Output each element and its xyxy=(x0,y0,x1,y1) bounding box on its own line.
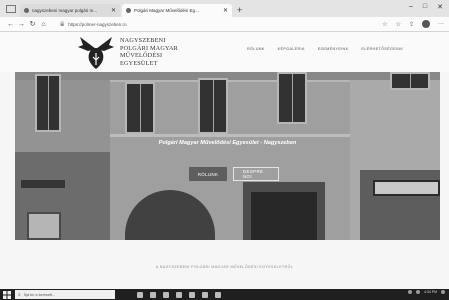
profile-avatar[interactable] xyxy=(422,20,430,28)
os-taskbar: ⌕ Írja be a keresett... 4:34 PM xyxy=(0,289,449,300)
windows-start-icon[interactable] xyxy=(3,290,11,299)
close-window-button[interactable]: ✕ xyxy=(437,3,443,11)
tab-favicon-icon xyxy=(24,8,29,13)
nav-item-elerhetosegeink[interactable]: ELÉRHETŐSÉGEINK xyxy=(361,47,403,51)
chrome-icon[interactable] xyxy=(215,291,221,298)
tab-actions-icon[interactable] xyxy=(6,5,16,13)
organization-name[interactable]: NAGYSZEBENI POLGÁRI MAGYAR MŰVELŐDÉSI EG… xyxy=(120,37,178,67)
lock-icon: 🔒 xyxy=(59,21,66,27)
hero-despre-noi-button[interactable]: DESPRE NOI xyxy=(233,167,279,181)
minimize-button[interactable]: – xyxy=(409,3,413,11)
browser-tab-bar: nagyszebeni magyar polgári m... ✕ Polgár… xyxy=(0,0,449,17)
org-name-line: POLGÁRI MAGYAR xyxy=(120,44,178,52)
maximize-button[interactable]: □ xyxy=(423,3,427,11)
address-bar-row: ← → ↻ ⌂ 🔒 https://polmer-nagyszeben.ro ☆… xyxy=(0,17,449,32)
hero-title: Polgári Magyar Művelődési Egyesület - Na… xyxy=(158,140,297,146)
taskbar-search-box[interactable]: ⌕ Írja be a keresett... xyxy=(15,290,115,299)
org-name-line: NAGYSZEBENI xyxy=(120,37,166,44)
taskbar-search-placeholder: Írja be a keresett... xyxy=(23,292,56,297)
org-name-line: EGYESÜLET xyxy=(120,59,158,67)
home-button[interactable]: ⌂ xyxy=(38,21,49,28)
notifications-icon[interactable] xyxy=(441,290,445,294)
share-icon[interactable]: ⇪ xyxy=(409,21,414,28)
hero-banner: Polgári Magyar Művelődési Egyesület - Na… xyxy=(15,72,440,240)
file-explorer-icon[interactable] xyxy=(163,291,169,298)
nav-item-kepgaleria[interactable]: KÉPGALÉRIA xyxy=(278,47,305,51)
logo-icon[interactable] xyxy=(78,35,114,69)
network-icon[interactable] xyxy=(407,290,412,294)
hero-overlay xyxy=(15,72,440,240)
close-icon[interactable]: ✕ xyxy=(111,7,116,14)
url-text: https://polmer-nagyszeben.ro xyxy=(68,21,127,27)
window-controls: – □ ✕ xyxy=(409,3,443,11)
browser-tab-1[interactable]: nagyszebeni magyar polgári m... ✕ xyxy=(20,4,120,17)
tab-title: Polgári Magyar Művelődési Eg... xyxy=(134,8,199,13)
volume-icon[interactable] xyxy=(415,290,420,294)
site-header: NAGYSZEBENI POLGÁRI MAGYAR MŰVELŐDÉSI EG… xyxy=(0,32,449,72)
mail-icon[interactable] xyxy=(202,291,208,298)
store-icon[interactable] xyxy=(189,291,195,298)
clock[interactable]: 4:34 PM xyxy=(424,290,437,294)
menu-icon[interactable]: ··· xyxy=(438,21,444,27)
taskbar-app-icon[interactable] xyxy=(150,291,156,298)
browser-toolbar: ☆ ☆ ⇪ ··· xyxy=(382,20,444,28)
task-view-icon[interactable] xyxy=(137,291,143,298)
tab-title: nagyszebeni magyar polgári m... xyxy=(32,8,98,13)
url-field[interactable]: 🔒 https://polmer-nagyszeben.ro xyxy=(55,19,376,30)
hero-rolunk-button[interactable]: RÓLUNK xyxy=(189,167,227,181)
forward-button[interactable]: → xyxy=(16,21,27,28)
about-section-heading: A NAGYSZEBENI POLGÁRI MAGYAR MŰVELŐDÉSI … xyxy=(155,265,294,269)
search-icon: ⌕ xyxy=(18,291,21,298)
tab-favicon-icon xyxy=(126,8,131,13)
main-nav: RÓLUNK KÉPGALÉRIA ESEMÉNYEINK ELÉRHETŐSÉ… xyxy=(247,47,403,51)
hero-buttons: RÓLUNK DESPRE NOI xyxy=(189,167,279,181)
close-icon[interactable]: ✕ xyxy=(223,7,228,14)
taskbar-apps xyxy=(137,291,221,298)
new-tab-button[interactable]: + xyxy=(237,5,242,15)
edge-browser-icon[interactable] xyxy=(176,291,182,298)
favorite-star-icon[interactable]: ☆ xyxy=(382,21,387,28)
browser-tab-2[interactable]: Polgári Magyar Művelődési Eg... ✕ xyxy=(122,4,232,17)
back-button[interactable]: ← xyxy=(5,21,16,28)
org-name-line: MŰVELŐDÉSI xyxy=(120,52,163,59)
nav-item-esemenyeink[interactable]: ESEMÉNYEINK xyxy=(318,47,349,51)
nav-item-rolunk[interactable]: RÓLUNK xyxy=(247,47,265,51)
refresh-button[interactable]: ↻ xyxy=(27,20,38,28)
system-tray: 4:34 PM xyxy=(407,290,445,294)
collections-icon[interactable]: ☆ xyxy=(396,21,401,28)
